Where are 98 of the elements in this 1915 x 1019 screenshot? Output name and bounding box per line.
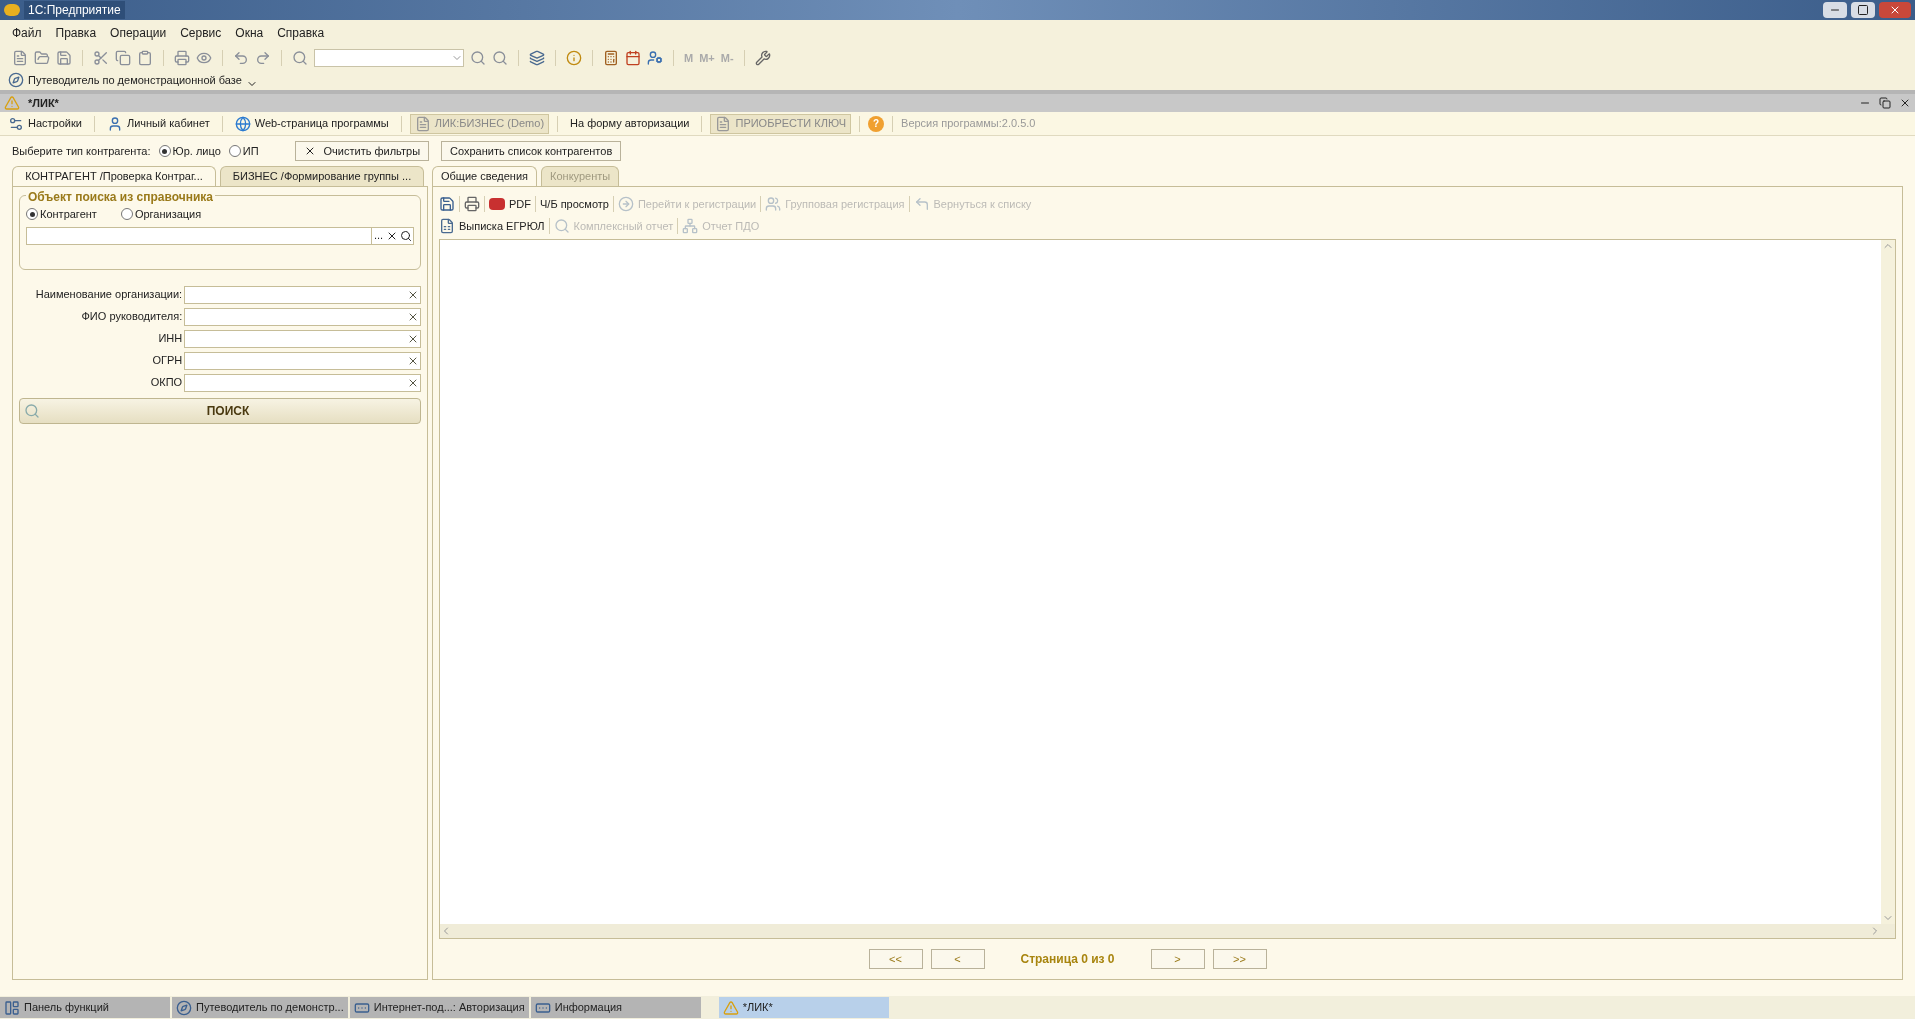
menu-item[interactable]: Операции [110, 24, 167, 42]
app-logo-icon [4, 4, 20, 16]
toolbar-button[interactable]: На форму авторизации [566, 115, 694, 132]
text-field[interactable] [184, 351, 421, 370]
radio-button[interactable] [158, 145, 171, 157]
search-combo-field[interactable] [314, 49, 464, 67]
field-label: ИНН [157, 331, 183, 347]
tab[interactable]: БИЗНЕС /Формирование группы ... [220, 166, 424, 186]
radio-label: ИП [242, 143, 259, 159]
taskbar-button[interactable]: Интернет-под...: Авторизация [349, 997, 529, 1018]
vertical-scrollbar[interactable] [1881, 240, 1895, 924]
back-arrow-icon [913, 196, 930, 212]
menu-item[interactable]: Сервис [180, 24, 222, 42]
horizontal-scrollbar[interactable] [440, 924, 1895, 938]
radio-button[interactable] [228, 145, 241, 157]
page-counter: Страница 0 из 0 [1019, 951, 1116, 968]
menu-item[interactable]: Справка [277, 24, 325, 42]
tree-icon [682, 218, 699, 234]
toolbar-button[interactable]: Web-страница программы [230, 115, 393, 132]
taskbar-button[interactable]: Информация [530, 997, 701, 1018]
field-label: ОГРН [151, 353, 183, 369]
taskbar-button[interactable]: Панель функций [0, 997, 170, 1018]
print-button[interactable] [464, 196, 480, 212]
save-button[interactable] [439, 196, 455, 212]
restore-icon[interactable] [1879, 97, 1891, 109]
tab[interactable]: Общие сведения [432, 166, 538, 186]
toolbar-button[interactable]: Личный кабинет [102, 115, 214, 132]
scissors-icon[interactable] [93, 50, 109, 66]
text-field[interactable] [184, 373, 421, 392]
toolbar-button[interactable]: Выписка ЕГРЮЛ [439, 217, 545, 235]
text-field[interactable] [184, 307, 421, 326]
group-icon [765, 196, 782, 212]
field-label: ОКПО [149, 375, 183, 391]
preview-icon[interactable] [196, 50, 212, 66]
print-icon [464, 196, 480, 212]
calendar-icon[interactable] [625, 50, 641, 66]
search-object-field[interactable]: ... [26, 226, 414, 245]
radio-label: Контрагент [40, 207, 97, 222]
copy-icon[interactable] [115, 50, 131, 66]
taskbar-button[interactable]: *ЛИК* [718, 997, 889, 1018]
filter-button[interactable]: Очистить фильтры [294, 141, 430, 161]
warning-icon [722, 999, 739, 1016]
radio-label: Организация [134, 207, 202, 222]
text-field[interactable] [184, 285, 421, 304]
menu-item[interactable]: Правка [55, 24, 97, 42]
paste-icon[interactable] [137, 50, 153, 66]
magnifier-icon [24, 402, 40, 419]
print-icon[interactable] [174, 50, 190, 66]
field-label: Наименование организации: [34, 287, 183, 303]
info-icon[interactable] [566, 50, 582, 66]
radio-button[interactable] [120, 208, 133, 221]
version-text: Версия программы:2.0.5.0 [901, 116, 1036, 132]
last-page-button[interactable]: >> [1212, 949, 1267, 969]
wrench-icon[interactable] [754, 50, 771, 66]
group-title: Объект поиска из справочника [26, 188, 215, 206]
filter-button[interactable]: Сохранить список контрагентов [441, 141, 622, 161]
sheet-icon [439, 218, 455, 234]
search-icon [553, 218, 570, 234]
close-icon[interactable] [1899, 97, 1911, 109]
menu-item[interactable]: Файл [12, 24, 42, 42]
globe-icon [234, 115, 251, 132]
taskbar-button[interactable]: Путеводитель по демонстр... [172, 997, 348, 1018]
redo-icon[interactable] [255, 50, 271, 66]
guide-link[interactable]: Путеводитель по демонстрационной базе [28, 71, 242, 89]
toolbar-button[interactable]: Ч/Б просмотр [540, 195, 609, 213]
field-label: ФИО руководителя: [80, 309, 183, 325]
search-icon[interactable] [400, 229, 412, 242]
close-button[interactable] [1879, 2, 1911, 18]
open-folder-icon[interactable] [34, 50, 50, 66]
tab[interactable]: КОНТРАГЕНТ /Проверка Контраг... [12, 166, 216, 186]
menu-item[interactable]: Окна [235, 24, 264, 42]
save-icon[interactable] [56, 50, 72, 66]
user-settings-icon[interactable] [647, 50, 663, 66]
maximize-button[interactable] [1851, 2, 1875, 18]
first-page-button[interactable]: << [868, 949, 923, 969]
pdf-icon [489, 198, 505, 210]
save-icon [439, 196, 455, 212]
toolbar-button[interactable]: Настройки [4, 115, 86, 132]
document-title: *ЛИК* [28, 95, 59, 111]
radio-label: Юр. лицо [172, 143, 221, 159]
next-page-button[interactable]: > [1150, 949, 1205, 969]
search-button[interactable]: ПОИСК [19, 397, 421, 424]
settings-icon [8, 115, 24, 132]
select-button[interactable]: ... [371, 227, 385, 244]
window-title: 1С:Предприятие [24, 1, 125, 19]
contractor-type-label: Выберите тип контрагента: [12, 143, 151, 159]
text-field[interactable] [184, 329, 421, 348]
undo-icon[interactable] [233, 50, 249, 66]
document-icon [414, 115, 431, 132]
compass-icon [8, 72, 24, 88]
previous-page-button[interactable]: < [930, 949, 985, 969]
warning-icon [4, 95, 20, 111]
calculator-icon[interactable] [603, 50, 619, 66]
toolbar-button[interactable]: PDF [489, 195, 531, 213]
new-document-icon[interactable] [12, 50, 28, 66]
compass-icon [176, 999, 192, 1016]
radio-button[interactable] [26, 208, 38, 221]
document-icon [715, 115, 732, 132]
